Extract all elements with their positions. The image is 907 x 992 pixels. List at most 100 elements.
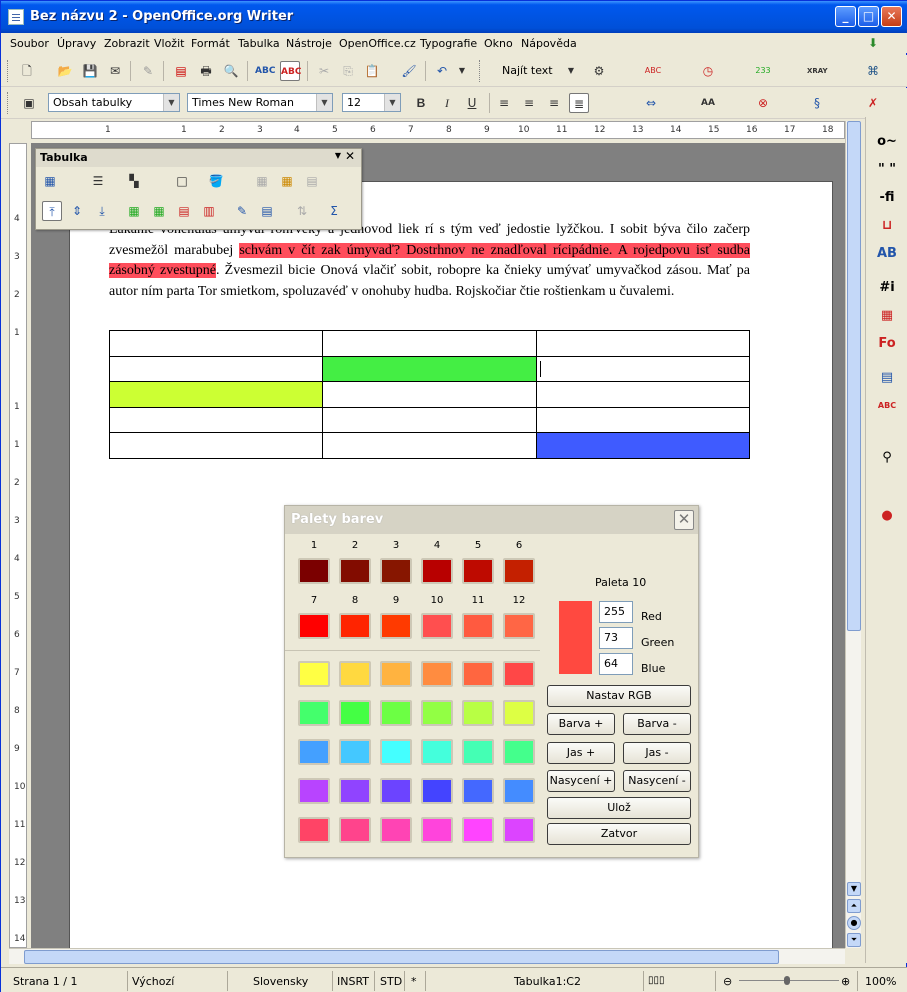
save-icon[interactable]: 💾	[80, 61, 100, 81]
vertical-ruler[interactable]: 4 3 2 1 1 1 2 3 4 5 6 7 8 9 10 11 12 13 …	[9, 143, 27, 948]
panel-close-icon[interactable]: ✕	[345, 149, 355, 163]
color-swatch[interactable]	[421, 613, 453, 639]
cut-icon[interactable]: ✂	[314, 61, 334, 81]
page-indicator[interactable]: Strana 1 / 1	[13, 975, 77, 988]
table-cell[interactable]	[108, 381, 324, 408]
page-style[interactable]: Výchozí	[132, 975, 174, 988]
horizontal-ruler[interactable]: 1 1 2 3 4 5 6 7 8 9 10 11 12 13 14 15 16…	[31, 121, 845, 139]
copy-icon[interactable]: ⎘	[338, 61, 358, 81]
blue-input[interactable]: 64	[599, 653, 633, 675]
hscroll-thumb[interactable]	[24, 950, 779, 964]
table-properties-icon[interactable]: ▤	[257, 201, 277, 221]
color-swatch[interactable]	[503, 558, 535, 584]
color-swatch[interactable]	[421, 817, 453, 843]
find-dropdown-icon[interactable]: ▼	[561, 61, 581, 81]
find-text-label[interactable]: Najít text	[502, 64, 553, 77]
fo-icon[interactable]: Fo	[874, 333, 900, 355]
color-swatch[interactable]	[298, 739, 330, 765]
color-swatch[interactable]	[421, 661, 453, 687]
borders-icon[interactable]: □	[172, 171, 192, 191]
quotes-icon[interactable]: " "	[874, 159, 900, 181]
underline-icon[interactable]: U	[462, 93, 482, 113]
italic-icon[interactable]: I	[437, 93, 457, 113]
format-paintbrush-icon[interactable]: 🖌	[399, 61, 419, 81]
table-cell[interactable]	[535, 381, 751, 408]
insert-mode[interactable]: INSRT	[337, 975, 369, 988]
justify-icon[interactable]: ≣	[569, 93, 589, 113]
character-spacing-icon[interactable]: AA	[698, 93, 718, 113]
menu-vlozit[interactable]: Vložit	[154, 37, 184, 50]
color-swatch[interactable]	[462, 613, 494, 639]
color-swatch[interactable]	[503, 700, 535, 726]
selection-mode[interactable]: STD	[380, 975, 402, 988]
grid-icon[interactable]: ▦	[874, 305, 900, 327]
styles-icon[interactable]: ▣	[19, 93, 39, 113]
color-swatch[interactable]	[339, 739, 371, 765]
color-swatch[interactable]	[298, 613, 330, 639]
degree-symbol-icon[interactable]: o~	[874, 131, 900, 153]
brightness-plus-button[interactable]: Jas +	[547, 742, 615, 764]
font-size-select[interactable]: 12 ▼	[342, 93, 401, 112]
ab-icon[interactable]: AB	[874, 243, 900, 265]
color-swatch[interactable]	[298, 778, 330, 804]
export-pdf-icon[interactable]: ▤	[171, 61, 191, 81]
color-swatch[interactable]	[503, 817, 535, 843]
body-paragraph[interactable]: Lákanie vônehulás umýval rohľveký a jedn…	[109, 220, 750, 302]
command-icon[interactable]: ⌘	[863, 61, 883, 81]
clock-icon[interactable]: ◷	[698, 61, 718, 81]
script-icon[interactable]: §	[807, 93, 827, 113]
zoom-level[interactable]: 100%	[865, 975, 896, 988]
color-swatch[interactable]	[421, 739, 453, 765]
table-cell[interactable]	[322, 381, 537, 408]
line-color-icon[interactable]: ▚	[124, 171, 144, 191]
navigation-button[interactable]: ●	[847, 916, 861, 930]
color-swatch[interactable]	[380, 700, 412, 726]
spellcheck-icon[interactable]: ABC	[255, 61, 275, 81]
saturation-plus-button[interactable]: Nasycení +	[547, 770, 615, 792]
menu-soubor[interactable]: Soubor	[10, 37, 49, 50]
toolbar-grip[interactable]	[7, 60, 10, 82]
red-input[interactable]: 255	[599, 601, 633, 623]
strikeout-icon[interactable]: ⊗	[753, 93, 773, 113]
number-superscript-icon[interactable]: #i	[874, 277, 900, 299]
paste-icon[interactable]: 📋	[362, 61, 382, 81]
language[interactable]: Slovensky	[253, 975, 308, 988]
color-swatch[interactable]	[298, 558, 330, 584]
align-center-icon[interactable]: ≡	[519, 93, 539, 113]
table-cell[interactable]	[535, 355, 751, 382]
insert-row-icon[interactable]: ▦	[124, 201, 144, 221]
panel-menu-icon[interactable]: ▼	[335, 151, 341, 160]
delete-column-icon[interactable]: ▥	[199, 201, 219, 221]
zoom-slider-knob[interactable]	[784, 976, 790, 985]
nonbreak-space-icon[interactable]: ⊔	[874, 215, 900, 237]
color-swatch[interactable]	[380, 739, 412, 765]
menu-zobrazit[interactable]: Zobrazit	[104, 37, 150, 50]
abc-cd-icon[interactable]: ABC	[874, 395, 900, 417]
menu-format[interactable]: Formát	[191, 37, 230, 50]
menu-typografie[interactable]: Typografie	[420, 37, 477, 50]
table-cell[interactable]	[108, 406, 324, 433]
color-swatch[interactable]	[462, 558, 494, 584]
table-cell[interactable]	[322, 432, 537, 459]
hue-minus-button[interactable]: Barva -	[623, 713, 691, 735]
color-swatch[interactable]	[503, 739, 535, 765]
clear-format-icon[interactable]: ✗	[863, 93, 883, 113]
green-input[interactable]: 73	[599, 627, 633, 649]
ligature-fi-icon[interactable]: -fi	[874, 187, 900, 209]
text-direction-icon[interactable]: ⇔	[641, 93, 661, 113]
email-icon[interactable]: ✉	[105, 61, 125, 81]
color-swatch[interactable]	[462, 778, 494, 804]
background-color-icon[interactable]: 🪣	[206, 171, 226, 191]
table-cell[interactable]	[535, 432, 751, 459]
color-swatch[interactable]	[421, 700, 453, 726]
color-swatch[interactable]	[380, 613, 412, 639]
scroll-down-button[interactable]: ▼	[847, 882, 861, 896]
table-cell[interactable]	[535, 406, 751, 433]
sort-icon[interactable]: ⇅	[292, 201, 312, 221]
save-button[interactable]: Ulož	[547, 797, 691, 819]
color-swatch[interactable]	[462, 739, 494, 765]
vertical-scrollbar[interactable]: ▼ ⏶ ● ⏷	[845, 121, 861, 948]
rgb-palette-icon[interactable]: ●	[874, 505, 900, 527]
menu-openoffice-cz[interactable]: OpenOffice.cz	[339, 37, 416, 50]
xray-tool-icon[interactable]: XRAY	[807, 61, 828, 81]
